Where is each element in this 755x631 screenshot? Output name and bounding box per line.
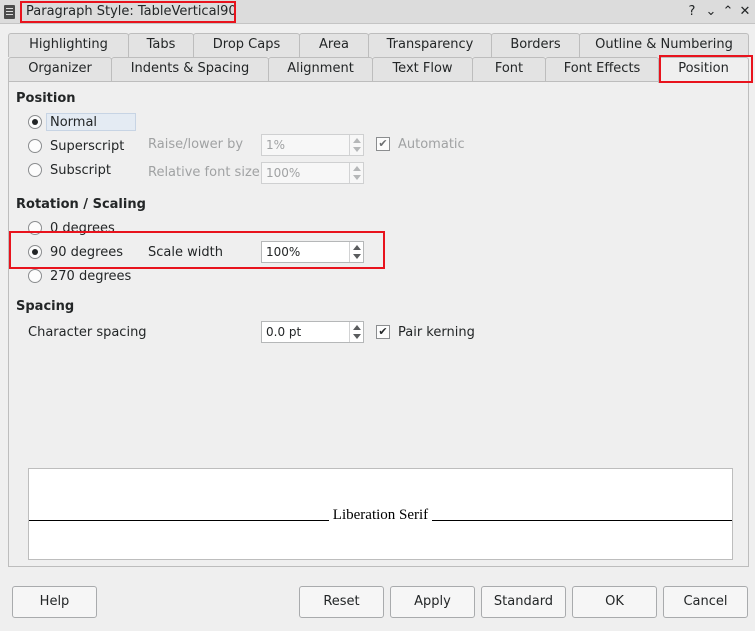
- tab-transparency[interactable]: Transparency: [368, 33, 492, 57]
- preview-baseline-right: [432, 520, 732, 521]
- superscript-radio[interactable]: [28, 139, 42, 153]
- spin-down-icon[interactable]: [353, 175, 361, 180]
- tab-alignment[interactable]: Alignment: [268, 57, 373, 81]
- raise-lower-spinner[interactable]: 1%: [261, 134, 364, 156]
- reset-button[interactable]: Reset: [299, 586, 384, 618]
- title-highlight: [20, 1, 236, 23]
- minimize-icon[interactable]: ⌄: [703, 3, 719, 21]
- superscript-label[interactable]: Superscript: [50, 139, 124, 154]
- spin-down-icon[interactable]: [353, 334, 361, 339]
- automatic-checkbox[interactable]: ✔: [376, 137, 390, 151]
- raise-lower-value: 1%: [266, 138, 286, 152]
- tab-font-effects[interactable]: Font Effects: [545, 57, 659, 81]
- tab-font[interactable]: Font: [472, 57, 546, 81]
- tab-drop-caps[interactable]: Drop Caps: [193, 33, 300, 57]
- deg270-label[interactable]: 270 degrees: [50, 269, 131, 284]
- tab-area[interactable]: Area: [299, 33, 369, 57]
- ok-button[interactable]: OK: [572, 586, 657, 618]
- deg270-radio[interactable]: [28, 269, 42, 283]
- tab-highlighting[interactable]: Highlighting: [8, 33, 129, 57]
- pair-kerning-checkbox[interactable]: ✔: [376, 325, 390, 339]
- relative-size-spinner[interactable]: 100%: [261, 162, 364, 184]
- spin-down-icon[interactable]: [353, 147, 361, 152]
- char-spacing-spinner[interactable]: 0.0 pt: [261, 321, 364, 343]
- cancel-button[interactable]: Cancel: [663, 586, 748, 618]
- maximize-icon[interactable]: ⌃: [720, 3, 736, 21]
- subscript-radio[interactable]: [28, 163, 42, 177]
- document-icon: [4, 5, 15, 19]
- tab-text-flow[interactable]: Text Flow: [372, 57, 473, 81]
- char-spacing-label: Character spacing: [28, 325, 147, 340]
- subscript-label[interactable]: Subscript: [50, 163, 111, 178]
- tab-organizer[interactable]: Organizer: [8, 57, 112, 81]
- relative-size-arrows[interactable]: [349, 163, 363, 183]
- pair-kerning-label[interactable]: Pair kerning: [398, 325, 475, 340]
- tab-tabs[interactable]: Tabs: [128, 33, 194, 57]
- tab-indents-spacing[interactable]: Indents & Spacing: [111, 57, 269, 81]
- font-preview: Liberation Serif: [28, 468, 733, 560]
- spin-up-icon[interactable]: [353, 166, 361, 171]
- raise-lower-arrows[interactable]: [349, 135, 363, 155]
- close-icon[interactable]: ✕: [737, 3, 753, 21]
- standard-button[interactable]: Standard: [481, 586, 566, 618]
- automatic-label[interactable]: Automatic: [398, 137, 465, 152]
- char-spacing-value: 0.0 pt: [266, 325, 302, 339]
- normal-radio[interactable]: [28, 115, 42, 129]
- spin-up-icon[interactable]: [353, 138, 361, 143]
- position-section-title: Position: [16, 91, 76, 106]
- raise-lower-label: Raise/lower by: [148, 137, 244, 152]
- relative-size-value: 100%: [266, 166, 301, 180]
- char-spacing-arrows[interactable]: [349, 322, 363, 342]
- rotation-highlight-frame: [9, 231, 385, 269]
- apply-button[interactable]: Apply: [390, 586, 475, 618]
- preview-text: Liberation Serif: [332, 507, 429, 523]
- tab-borders[interactable]: Borders: [491, 33, 580, 57]
- position-tab-highlight: [659, 55, 753, 83]
- normal-label[interactable]: Normal: [50, 115, 97, 130]
- title-bar: Paragraph Style: TableVertical90 ? ⌄ ⌃ ✕: [0, 0, 755, 24]
- spin-up-icon[interactable]: [353, 325, 361, 330]
- help-icon[interactable]: ?: [684, 3, 700, 21]
- rotation-section-title: Rotation / Scaling: [16, 197, 146, 212]
- spacing-section-title: Spacing: [16, 299, 75, 314]
- tab-outline-numbering[interactable]: Outline & Numbering: [579, 33, 749, 57]
- help-button[interactable]: Help: [12, 586, 97, 618]
- relative-size-label: Relative font size: [148, 165, 260, 180]
